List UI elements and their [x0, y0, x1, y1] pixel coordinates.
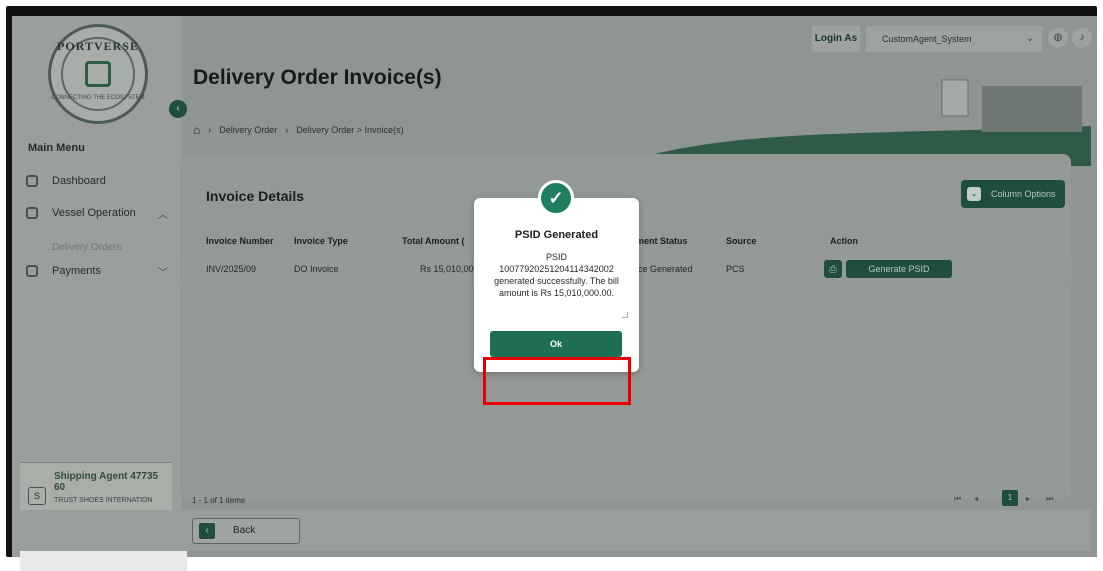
- back-button[interactable]: ‹ Back: [192, 518, 300, 544]
- agent-company: TRUST SHOES INTERNATION: [54, 497, 153, 504]
- col-action: Action: [830, 236, 858, 246]
- back-label: Back: [233, 525, 256, 536]
- chevron-left-icon: ‹: [199, 523, 215, 539]
- chevron-right-icon: ›: [285, 125, 289, 135]
- footer-bar: [182, 510, 1091, 551]
- column-options-button[interactable]: ⌄ Column Options: [961, 180, 1065, 208]
- logo-tagline: CONNECTING THE ECOSYSTEM: [51, 95, 145, 101]
- col-invoice-type[interactable]: Invoice Type: [294, 236, 348, 246]
- breadcrumb: ⌂ › Delivery Order › Delivery Order > In…: [193, 123, 404, 137]
- modal-message: PSID 10077920251204114342002 generated s…: [478, 251, 635, 299]
- globe-icon[interactable]: ◍: [1048, 28, 1068, 48]
- logo-title: PORTVERSE: [57, 39, 139, 53]
- modal-message-line: amount is Rs 15,010,000.00.: [498, 288, 615, 298]
- psid-number: 10077920251204114342002: [499, 264, 614, 274]
- ship-icon: [85, 61, 111, 87]
- sidebar-item-payments[interactable]: Payments ﹀: [26, 262, 176, 280]
- col-payment-status[interactable]: ment Status: [636, 236, 688, 246]
- modal-message-line: generated successfully. The bill: [494, 276, 619, 286]
- chevron-up-icon: ︿: [158, 209, 168, 221]
- sidebar-item-vessel-operation[interactable]: Vessel Operation ︿: [26, 204, 176, 222]
- sidebar-item-label: Vessel Operation: [52, 207, 136, 219]
- col-source[interactable]: Source: [726, 236, 757, 246]
- breadcrumb-current: Delivery Order > Invoice(s): [296, 125, 404, 135]
- sidebar-item-dashboard[interactable]: Dashboard: [26, 172, 176, 190]
- cell-payment-status: ice Generated: [636, 264, 693, 274]
- col-invoice-number[interactable]: Invoice Number: [206, 236, 274, 246]
- cell-source: PCS: [726, 264, 745, 274]
- red-highlight-box: [483, 357, 631, 405]
- cell-invoice-type: DO Invoice: [294, 264, 339, 274]
- container-ship-image: [982, 86, 1082, 132]
- chevron-down-icon: ﹀: [158, 267, 168, 279]
- agent-profile[interactable]: S Shipping Agent 47735 60 TRUST SHOES IN…: [20, 462, 172, 510]
- sidebar-item-label: Payments: [52, 265, 101, 277]
- prev-page-icon[interactable]: ◂: [974, 494, 978, 503]
- notification-icon[interactable]: ♪: [1072, 28, 1092, 48]
- login-as-label: Login As: [812, 26, 860, 52]
- cell-total-amount: Rs 15,010,000: [420, 264, 479, 274]
- generate-psid-button[interactable]: Generate PSID: [846, 260, 952, 278]
- ship-icon: [26, 207, 38, 219]
- modal-message-line: PSID: [545, 252, 567, 262]
- resize-handle[interactable]: [622, 312, 628, 318]
- chevron-right-icon: ›: [208, 125, 212, 135]
- print-icon[interactable]: ⎙: [824, 260, 842, 278]
- sidebar-item-label: Dashboard: [52, 175, 106, 187]
- ok-button[interactable]: Ok: [490, 331, 622, 357]
- main-menu-title: Main Menu: [28, 142, 85, 154]
- home-icon[interactable]: ⌂: [193, 123, 200, 137]
- chevron-left-icon: ‹: [176, 103, 180, 114]
- breadcrumb-delivery-order[interactable]: Delivery Order: [219, 125, 277, 135]
- chevron-down-icon: ⌄: [967, 187, 981, 201]
- last-page-icon[interactable]: ⏭: [1046, 494, 1053, 504]
- taskbar-fragment: [20, 551, 187, 571]
- modal-title: PSID Generated: [514, 229, 599, 241]
- portverse-logo: PORTVERSE CONNECTING THE ECOSYSTEM: [48, 24, 148, 124]
- invoice-details-title: Invoice Details: [206, 188, 305, 204]
- header-illustration: [612, 79, 1091, 166]
- agent-name: Shipping Agent 47735 60: [54, 471, 159, 493]
- col-total-amount[interactable]: Total Amount (: [402, 236, 465, 246]
- sidebar-subitem-delivery-orders[interactable]: Delivery Orders: [52, 242, 121, 253]
- sidebar: PORTVERSE CONNECTING THE ECOSYSTEM ‹ Mai…: [12, 16, 187, 557]
- chevron-down-icon: ⌄: [1025, 33, 1034, 44]
- check-icon: ✓: [538, 180, 574, 216]
- payment-icon: [26, 265, 38, 277]
- next-page-icon[interactable]: ▸: [1026, 494, 1030, 503]
- page-title: Delivery Order Invoice(s): [193, 66, 442, 89]
- collapse-sidebar-button[interactable]: ‹: [169, 100, 187, 118]
- topbar: Login As CustomAgent_System ⌄ ◍ ♪: [182, 16, 1092, 66]
- dashboard-icon: [26, 175, 38, 187]
- avatar: S: [28, 487, 46, 505]
- pagination: ⏮ ◂ 1 ▸ ⏭: [946, 490, 1066, 506]
- pager-info: 1 - 1 of 1 items: [192, 496, 245, 505]
- current-page[interactable]: 1: [1002, 490, 1018, 506]
- first-page-icon[interactable]: ⏮: [954, 494, 961, 504]
- column-options-label: Column Options: [991, 189, 1056, 199]
- cell-invoice-number: INV/2025/09: [206, 264, 257, 274]
- role-value: CustomAgent_System: [882, 34, 972, 44]
- role-select[interactable]: CustomAgent_System ⌄: [866, 26, 1042, 52]
